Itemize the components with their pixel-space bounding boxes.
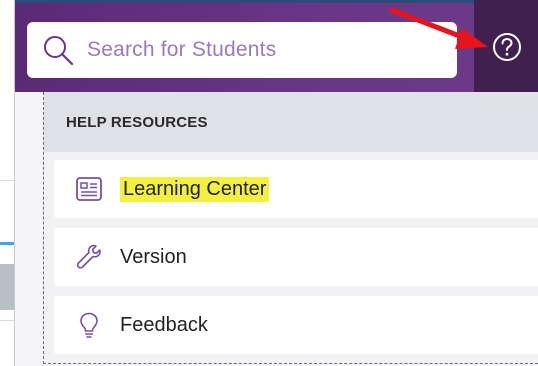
- menu-item-label: Learning Center: [120, 176, 270, 202]
- background-page-strip: [0, 0, 15, 366]
- menu-item-feedback[interactable]: Feedback: [54, 296, 538, 354]
- divider: [0, 320, 14, 321]
- help-button[interactable]: [474, 0, 538, 92]
- learning-center-icon: [76, 177, 102, 201]
- menu-item-label: Feedback: [120, 313, 208, 336]
- search-icon: [44, 36, 74, 66]
- menu-item-label: Version: [120, 245, 187, 268]
- search-placeholder: Search for Students: [87, 38, 277, 61]
- help-circle-icon: [493, 33, 521, 61]
- divider: [0, 180, 14, 181]
- menu-item-learning-center[interactable]: Learning Center: [54, 160, 538, 218]
- header-border: [15, 0, 538, 3]
- help-resources-panel: HELP RESOURCES Learning Center Version F…: [43, 92, 538, 364]
- wrench-icon: [76, 244, 101, 269]
- panel-header: HELP RESOURCES: [44, 92, 538, 152]
- menu-item-version[interactable]: Version: [54, 228, 538, 286]
- panel-title: HELP RESOURCES: [66, 113, 208, 131]
- accent-line: [0, 242, 14, 245]
- app-frame: Search for Students HELP RESOURCES Learn…: [0, 0, 538, 366]
- background-row: [0, 264, 14, 310]
- lightbulb-icon: [80, 312, 98, 338]
- search-input[interactable]: Search for Students: [27, 22, 457, 78]
